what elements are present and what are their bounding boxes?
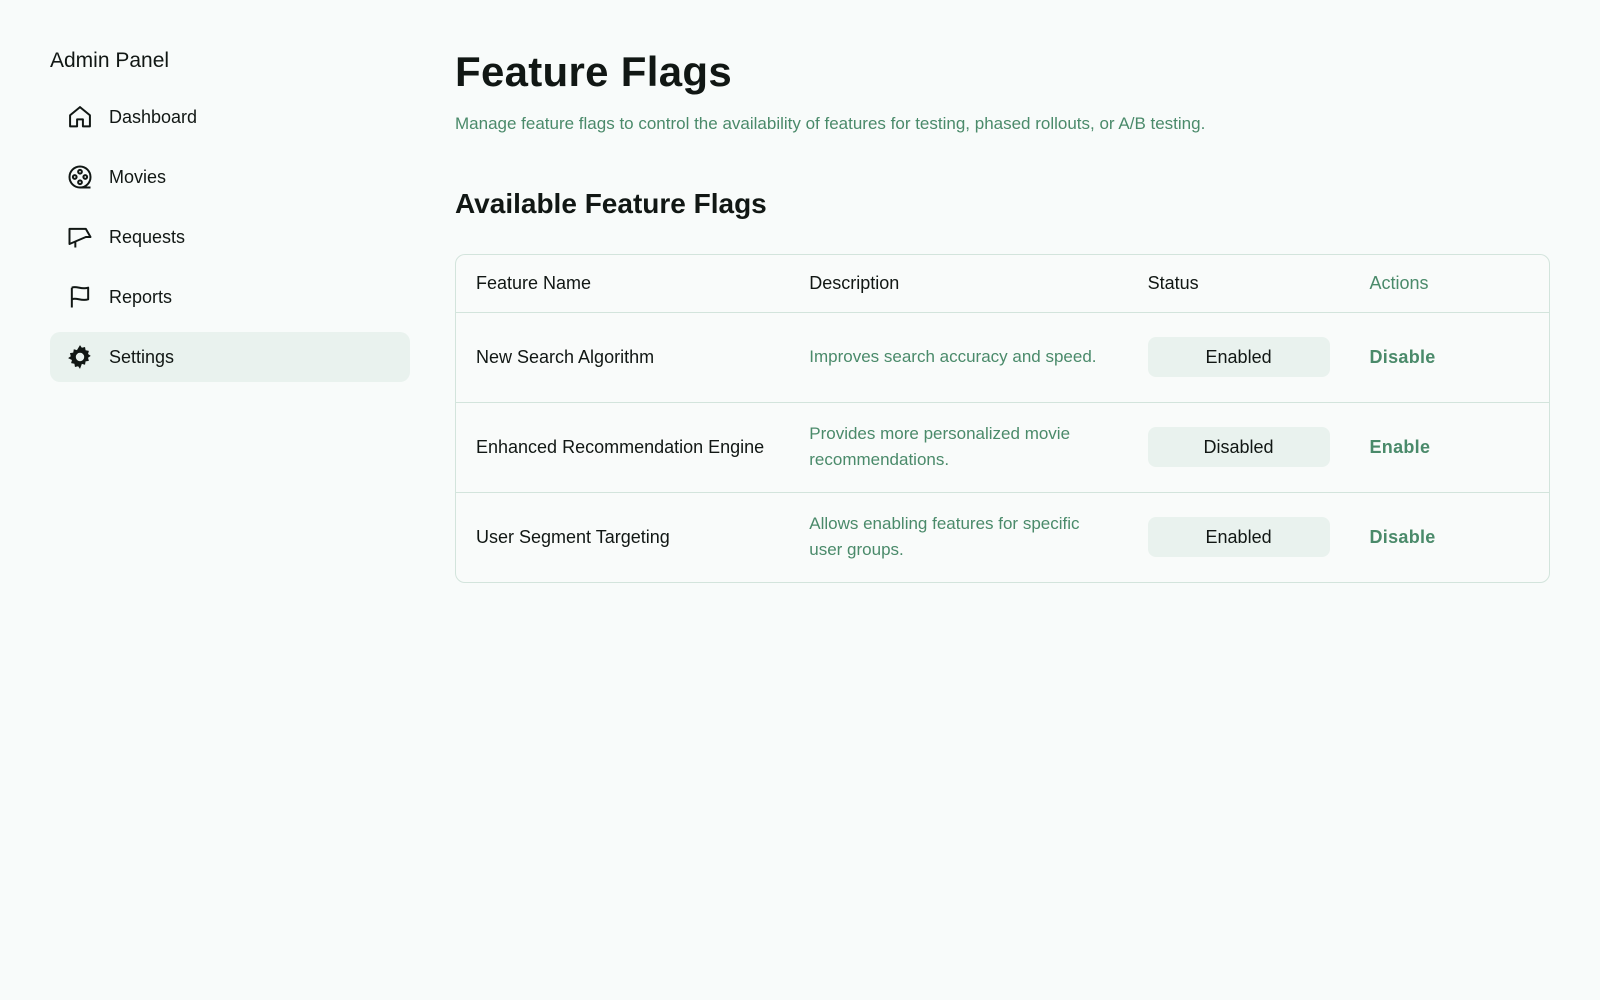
- page-subtitle: Manage feature flags to control the avai…: [455, 114, 1206, 133]
- home-icon: [66, 103, 94, 131]
- sidebar-title: Admin Panel: [50, 49, 170, 72]
- action-cell: Disable: [1349, 312, 1549, 403]
- disable-button[interactable]: Disable: [1369, 347, 1435, 367]
- sidebar-item-label: Movies: [109, 166, 167, 187]
- sidebar-item-label: Reports: [109, 286, 173, 307]
- status-badge[interactable]: Enabled: [1147, 337, 1330, 377]
- table-row: Enhanced Recommendation Engine Provides …: [456, 402, 1549, 493]
- sidebar-item-requests[interactable]: Requests: [50, 212, 410, 262]
- gear-icon: [66, 343, 94, 371]
- sidebar-item-label: Dashboard: [109, 106, 198, 127]
- main-content: Feature Flags Manage feature flags to co…: [455, 44, 1550, 583]
- film-reel-icon: [66, 163, 94, 191]
- status-cell: Enabled: [1128, 492, 1350, 582]
- feature-name: Enhanced Recommendation Engine: [456, 402, 790, 493]
- feature-name: User Segment Targeting: [476, 526, 670, 547]
- column-header-description: Description: [789, 255, 1128, 313]
- sidebar-item-reports[interactable]: Reports: [50, 272, 410, 322]
- sidebar: Admin Panel Dashboard Movies Requests Re…: [50, 44, 410, 392]
- status-cell: Enabled: [1127, 312, 1350, 403]
- action-cell: Disable: [1349, 492, 1549, 582]
- sidebar-item-label: Requests: [109, 226, 186, 247]
- sidebar-item-label: Settings: [109, 346, 175, 367]
- feature-flags-table: Feature Name Description Status Actions …: [455, 254, 1550, 583]
- status-cell: Disabled: [1127, 402, 1350, 493]
- column-header-feature-name: Feature Name: [456, 255, 790, 313]
- feature-description: Improves search accuracy and speed.: [789, 312, 1128, 403]
- megaphone-icon: [66, 223, 94, 251]
- sidebar-item-settings[interactable]: Settings: [50, 332, 410, 382]
- enable-button[interactable]: Enable: [1369, 437, 1430, 457]
- page-title: Feature Flags: [455, 48, 732, 95]
- status-badge[interactable]: Enabled: [1147, 517, 1330, 558]
- section-title: Available Feature Flags: [455, 188, 767, 219]
- feature-description: Allows enabling features for specific us…: [809, 514, 1080, 560]
- feature-name: New Search Algorithm: [456, 312, 790, 403]
- column-header-status: Status: [1127, 255, 1350, 313]
- sidebar-item-movies[interactable]: Movies: [50, 152, 410, 202]
- feature-description: Provides more personalized movie recomme…: [789, 402, 1128, 493]
- status-badge[interactable]: Disabled: [1147, 427, 1330, 467]
- disable-button[interactable]: Disable: [1369, 527, 1435, 547]
- table-row: New Search Algorithm Improves search acc…: [456, 312, 1549, 403]
- sidebar-item-dashboard[interactable]: Dashboard: [50, 92, 410, 142]
- table-header-row: Feature Name Description Status Actions: [456, 255, 1549, 313]
- table-row: User Segment Targeting Allows enabling f…: [456, 492, 1549, 582]
- column-header-actions: Actions: [1349, 255, 1549, 313]
- action-cell: Enable: [1349, 402, 1549, 493]
- flag-icon: [66, 283, 94, 311]
- app-root: Admin Panel Dashboard Movies Requests Re…: [0, 0, 1600, 1000]
